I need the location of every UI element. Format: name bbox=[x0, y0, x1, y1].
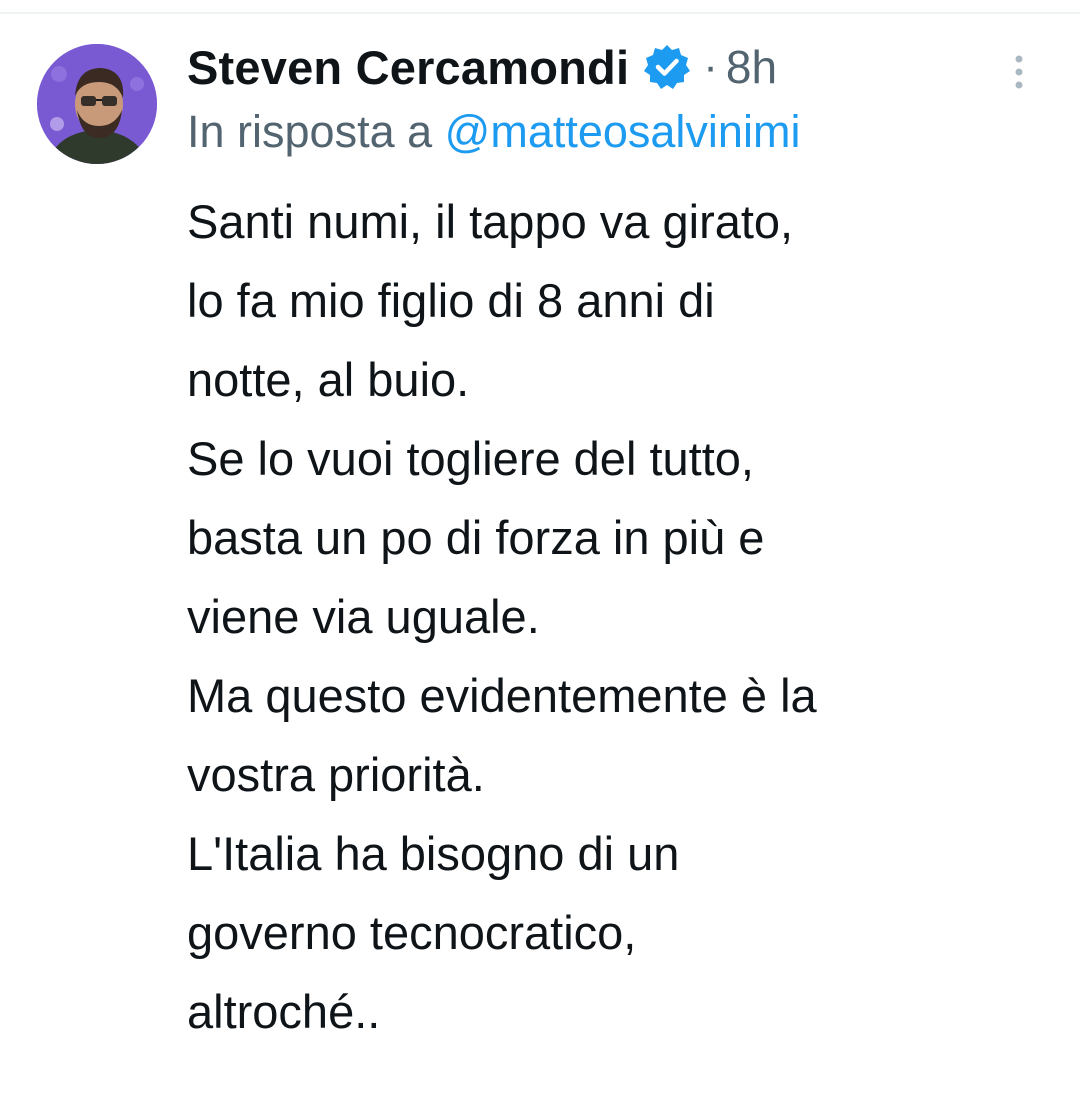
avatar-image bbox=[37, 44, 157, 164]
header-separator: · bbox=[703, 42, 718, 91]
author-avatar[interactable] bbox=[37, 44, 157, 164]
tweet-text-line: governo tecnocratico, bbox=[187, 906, 637, 959]
verified-badge-icon[interactable] bbox=[643, 43, 691, 91]
tweet-text-line: vostra priorità. bbox=[187, 748, 485, 801]
tweet-text-line: altroché.. bbox=[187, 985, 381, 1038]
author-name[interactable]: Steven Cercamondi bbox=[187, 40, 629, 95]
tweet-text: Santi numi, il tappo va girato, lo fa mi… bbox=[187, 182, 1057, 1051]
more-vertical-icon[interactable] bbox=[1011, 52, 1027, 92]
tweet-text-line: Se lo vuoi togliere del tutto, bbox=[187, 432, 754, 485]
reply-mention-link[interactable]: @matteosalvinimi bbox=[445, 106, 801, 157]
tweet-text-line: lo fa mio figlio di 8 anni di bbox=[187, 274, 715, 327]
tweet-text-line: viene via uguale. bbox=[187, 590, 540, 643]
reply-prefix: In risposta a bbox=[187, 106, 433, 157]
tweet-text-line: notte, al buio. bbox=[187, 353, 470, 406]
tweet-text-line: basta un po di forza in più e bbox=[187, 511, 765, 564]
reply-context: In risposta a @matteosalvinimi bbox=[187, 106, 1057, 166]
tweet-text-line: Santi numi, il tappo va girato, bbox=[187, 195, 794, 248]
tweet-text-line: L'Italia ha bisogno di un bbox=[187, 827, 680, 880]
top-divider bbox=[0, 12, 1080, 14]
tweet-text-line: Ma questo evidentemente è la bbox=[187, 669, 817, 722]
tweet-header: Steven Cercamondi · 8h bbox=[187, 30, 1057, 104]
tweet: Steven Cercamondi · 8h In risposta a @ma… bbox=[187, 30, 1057, 1051]
timestamp[interactable]: 8h bbox=[726, 40, 777, 94]
